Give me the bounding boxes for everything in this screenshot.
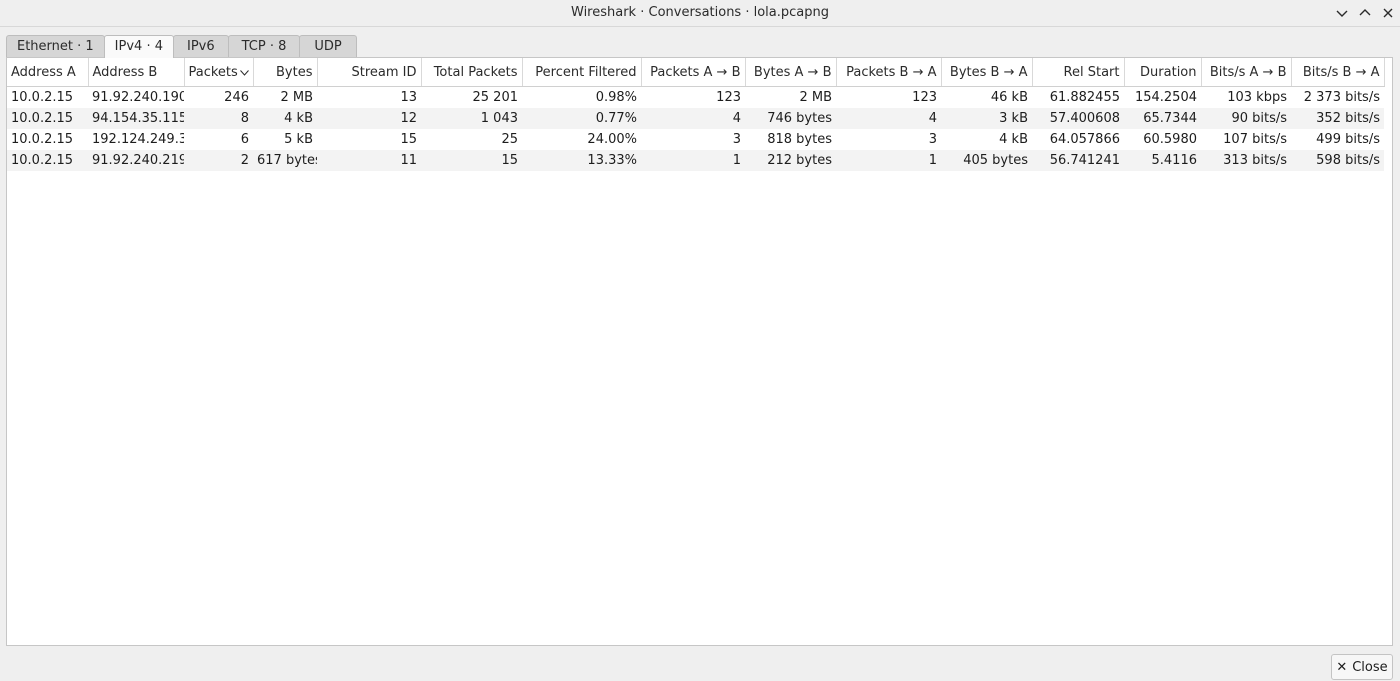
table-cell: 3 — [732, 132, 741, 147]
table-cell: 61.882455 — [1049, 90, 1120, 105]
table-cell: 405 bytes — [941, 150, 1032, 171]
column-header-bytes-a-b[interactable]: Bytes A → B — [745, 58, 837, 87]
table-cell: 91.92.240.219 — [88, 150, 184, 171]
table-cell: 212 bytes — [745, 150, 836, 171]
table-cell: 65.7344 — [1124, 108, 1201, 129]
table-cell: 4 — [641, 108, 745, 129]
table-cell: 2 373 bits/s — [1303, 90, 1380, 105]
column-header-bytes[interactable]: Bytes — [253, 58, 318, 87]
column-header-packets[interactable]: Packets — [184, 58, 254, 87]
table-cell: 15 — [400, 132, 417, 147]
close-button-label: Close — [1352, 659, 1388, 675]
table-cell: 8 — [184, 108, 253, 129]
table-cell: 123 — [716, 90, 741, 105]
table-cell: 818 bytes — [767, 132, 832, 147]
table-cell: 94.154.35.115 — [88, 108, 184, 129]
table-cell: 5 kB — [284, 132, 313, 147]
table-row[interactable]: 10.0.2.15 91.92.240.219 2 617 bytes 11 15 13.3… — [7, 150, 1384, 171]
column-header-packets-a-b[interactable]: Packets A → B — [641, 58, 746, 87]
table-cell: 103 kbps — [1227, 90, 1287, 105]
table-cell: 1 043 — [421, 108, 522, 129]
column-header-total-packets[interactable]: Total Packets — [421, 58, 523, 87]
table-cell: 25 — [501, 132, 518, 147]
column-header-rel-start[interactable]: Rel Start — [1032, 58, 1125, 87]
table-cell: 64.057866 — [1049, 132, 1120, 147]
table-cell: 24.00% — [587, 132, 637, 147]
table-cell: 3 kB — [941, 108, 1032, 129]
table-row[interactable]: 10.0.2.15 192.124.249.36 6 5 kB 15 25 24.00% 3 8… — [7, 129, 1384, 150]
table-cell: 246 — [224, 90, 249, 105]
table-cell: 499 bits/s — [1316, 132, 1380, 147]
table-cell: 4 — [836, 108, 941, 129]
conversations-table: Address A Address B Packets Bytes Stream… — [7, 58, 1385, 171]
tab-ipv6[interactable]: IPv6 — [172, 35, 229, 57]
column-header-bits-b-a[interactable]: Bits/s B → A — [1291, 58, 1385, 87]
column-header-address-b[interactable]: Address B — [88, 58, 185, 87]
table-cell: 4 kB — [253, 108, 317, 129]
table-cell: 2 MB — [280, 90, 313, 105]
table-cell: 10.0.2.15 — [11, 90, 74, 105]
table-cell: 107 bits/s — [1223, 132, 1287, 147]
conversations-panel: Address A Address B Packets Bytes Stream… — [6, 57, 1393, 646]
table-cell: 0.77% — [522, 108, 641, 129]
table-cell: 192.124.249.36 — [92, 132, 184, 147]
table-cell: 46 kB — [990, 90, 1028, 105]
table-cell: 598 bits/s — [1291, 150, 1384, 171]
table-cell: 1 — [836, 150, 941, 171]
table-cell: 2 — [184, 150, 253, 171]
column-header-stream-id[interactable]: Stream ID — [317, 58, 422, 87]
tab-ethernet[interactable]: Ethernet · 1 — [6, 35, 105, 57]
table-cell: 57.400608 — [1032, 108, 1124, 129]
table-cell: 12 — [317, 108, 421, 129]
column-header-address-a[interactable]: Address A — [7, 58, 89, 87]
table-row[interactable]: 10.0.2.15 94.154.35.115 8 4 kB 12 1 043 0.77% 4… — [7, 108, 1384, 129]
table-cell: 13 — [400, 90, 417, 105]
title-bar: Wireshark · Conversations · lola.pcapng — [0, 0, 1400, 27]
column-header-duration[interactable]: Duration — [1124, 58, 1202, 87]
table-cell: 6 — [240, 132, 249, 147]
table-cell: 0.98% — [595, 90, 637, 105]
table-cell: 2 MB — [799, 90, 832, 105]
close-icon: ✕ — [1336, 659, 1348, 675]
minimize-icon[interactable] — [1333, 4, 1351, 22]
column-header-packets-label: Packets — [188, 64, 238, 80]
table-cell: 10.0.2.15 — [7, 108, 88, 129]
table-cell: 5.4116 — [1124, 150, 1201, 171]
close-button[interactable]: ✕ Close — [1331, 654, 1393, 680]
table-cell: 11 — [317, 150, 421, 171]
tab-bar: Ethernet · 1 IPv4 · 4 IPv6 TCP · 8 UDP — [6, 35, 357, 58]
tab-tcp[interactable]: TCP · 8 — [227, 35, 301, 57]
maximize-icon[interactable] — [1356, 4, 1374, 22]
table-cell: 25 201 — [472, 90, 519, 105]
table-header-row: Address A Address B Packets Bytes Stream… — [7, 58, 1385, 87]
table-cell: 746 bytes — [745, 108, 836, 129]
tab-ipv4[interactable]: IPv4 · 4 — [103, 35, 174, 58]
table-cell: 60.5980 — [1143, 132, 1197, 147]
table-cell: 10.0.2.15 — [11, 132, 74, 147]
table-cell: 56.741241 — [1032, 150, 1124, 171]
table-cell: 13.33% — [522, 150, 641, 171]
table-cell: 91.92.240.190 — [92, 90, 184, 105]
column-header-bits-a-b[interactable]: Bits/s A → B — [1201, 58, 1292, 87]
sort-descending-icon — [239, 65, 249, 80]
column-header-bytes-b-a[interactable]: Bytes B → A — [941, 58, 1033, 87]
tab-udp[interactable]: UDP — [299, 35, 357, 57]
table-cell: 3 — [928, 132, 937, 147]
window-title: Wireshark · Conversations · lola.pcapng — [571, 5, 829, 20]
table-cell: 1 — [641, 150, 745, 171]
column-header-percent-filtered[interactable]: Percent Filtered — [522, 58, 642, 87]
table-cell: 90 bits/s — [1201, 108, 1291, 129]
window-close-icon[interactable] — [1379, 4, 1397, 22]
table-cell: 4 kB — [999, 132, 1028, 147]
table-cell: 313 bits/s — [1201, 150, 1291, 171]
table-row[interactable]: 10.0.2.15 91.92.240.190 246 2 MB 13 25 201 0.9… — [7, 87, 1384, 109]
table-cell: 123 — [912, 90, 937, 105]
table-cell: 352 bits/s — [1291, 108, 1384, 129]
table-cell: 15 — [421, 150, 522, 171]
column-header-packets-b-a[interactable]: Packets B → A — [836, 58, 942, 87]
table-cell: 617 bytes — [253, 150, 317, 171]
table-cell: 154.2504 — [1134, 90, 1197, 105]
table-cell: 10.0.2.15 — [7, 150, 88, 171]
